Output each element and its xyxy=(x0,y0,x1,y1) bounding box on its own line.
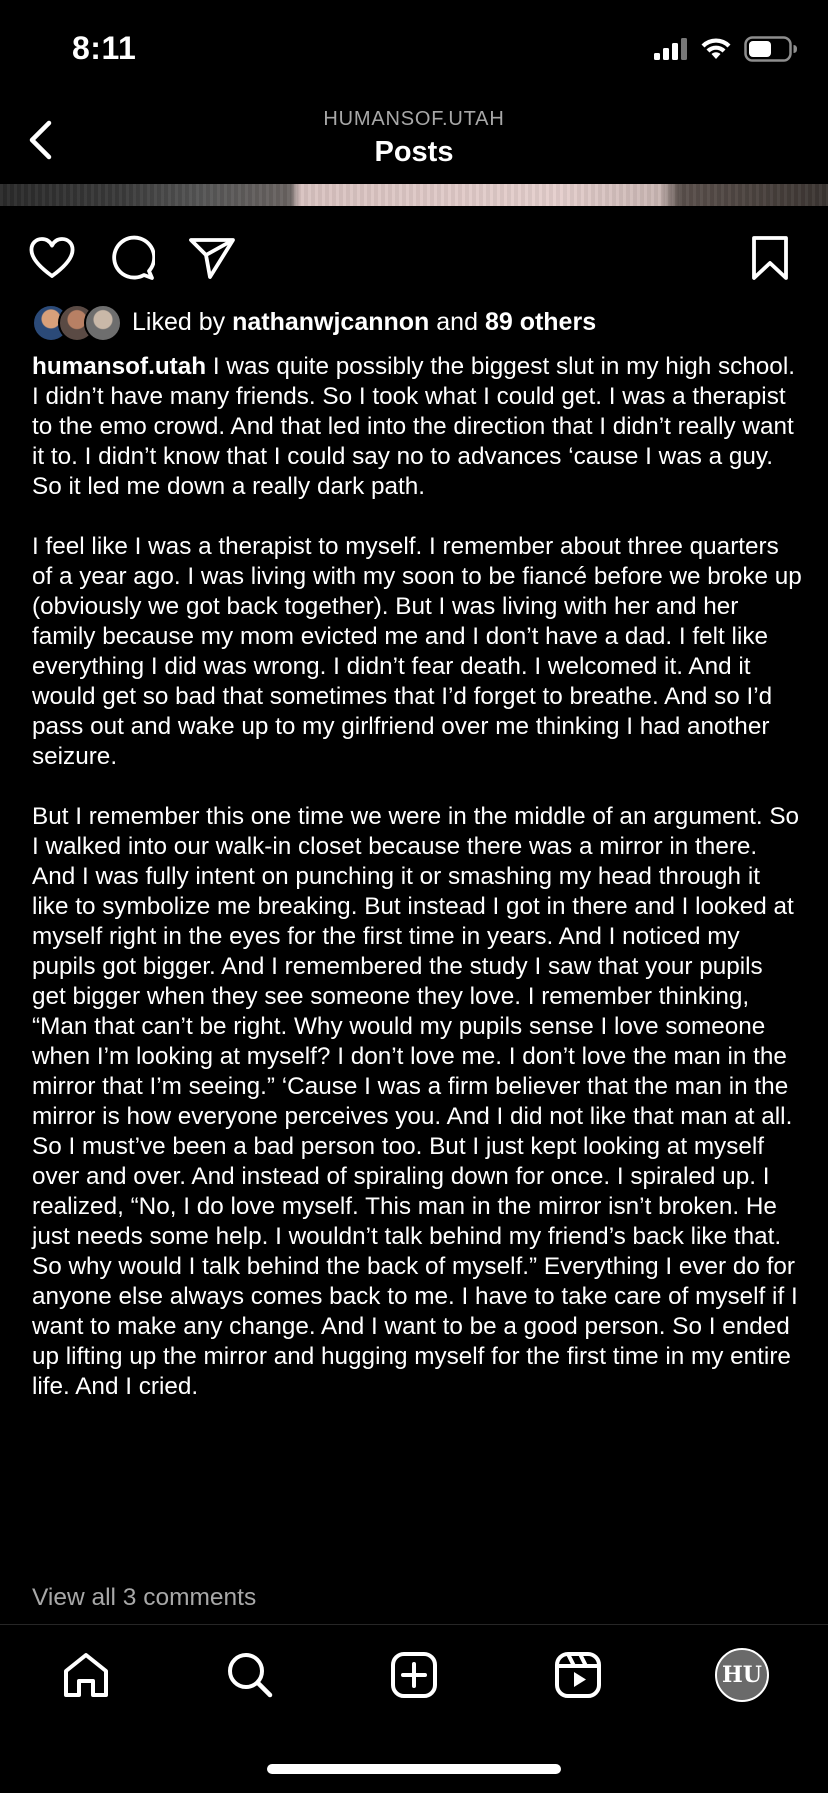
likes-count[interactable]: 89 others xyxy=(485,308,596,336)
liker-username[interactable]: nathanwjcannon xyxy=(232,308,429,336)
page-title: Posts xyxy=(374,136,454,168)
bookmark-icon xyxy=(752,236,788,280)
likes-connector: and xyxy=(436,307,478,336)
post-header: HUMANSOF.UTAH Posts xyxy=(0,100,828,184)
save-button[interactable] xyxy=(744,232,796,284)
comment-button[interactable] xyxy=(106,232,158,284)
status-bar: 8:11 xyxy=(0,0,828,100)
tab-create[interactable] xyxy=(384,1645,444,1705)
caption-paragraph: But I remember this one time we were in … xyxy=(32,803,800,1400)
caption-paragraph: humansof.utah I was quite possibly the b… xyxy=(32,352,802,502)
comment-bubble-icon xyxy=(112,235,155,280)
reels-icon xyxy=(555,1652,601,1698)
view-all-comments-link[interactable]: View all 3 comments xyxy=(32,1584,256,1612)
wifi-icon xyxy=(701,38,731,59)
share-button[interactable] xyxy=(186,232,238,284)
liker-avatars xyxy=(32,304,122,342)
heart-icon xyxy=(29,237,75,278)
avatar xyxy=(84,304,122,342)
post-action-bar xyxy=(0,226,828,286)
paper-plane-icon xyxy=(189,238,235,279)
home-indicator[interactable] xyxy=(267,1764,561,1774)
tab-home[interactable] xyxy=(56,1645,116,1705)
home-icon xyxy=(64,1653,108,1697)
likes-prefix: Liked by xyxy=(132,307,226,336)
post-image[interactable] xyxy=(0,184,828,206)
likes-text: Liked by nathanwjcannon and 89 others xyxy=(132,308,596,337)
plus-square-icon xyxy=(391,1652,437,1698)
cellular-signal-icon xyxy=(654,38,687,60)
account-name[interactable]: HUMANSOF.UTAH xyxy=(0,108,828,131)
tab-reels[interactable] xyxy=(548,1645,608,1705)
tab-profile[interactable]: HU xyxy=(712,1645,772,1705)
caption-paragraph: I feel like I was a therapist to myself.… xyxy=(32,533,802,770)
avatar: HU xyxy=(715,1648,769,1702)
post-caption: humansof.utah I was quite possibly the b… xyxy=(32,352,802,1432)
status-time: 8:11 xyxy=(72,30,137,66)
like-button[interactable] xyxy=(26,232,78,284)
tab-search[interactable] xyxy=(220,1645,280,1705)
battery-icon xyxy=(744,36,797,62)
likes-row[interactable]: Liked by nathanwjcannon and 89 others xyxy=(32,302,596,342)
search-icon xyxy=(228,1653,273,1698)
caption-username[interactable]: humansof.utah xyxy=(32,353,206,380)
status-icons xyxy=(652,36,798,62)
